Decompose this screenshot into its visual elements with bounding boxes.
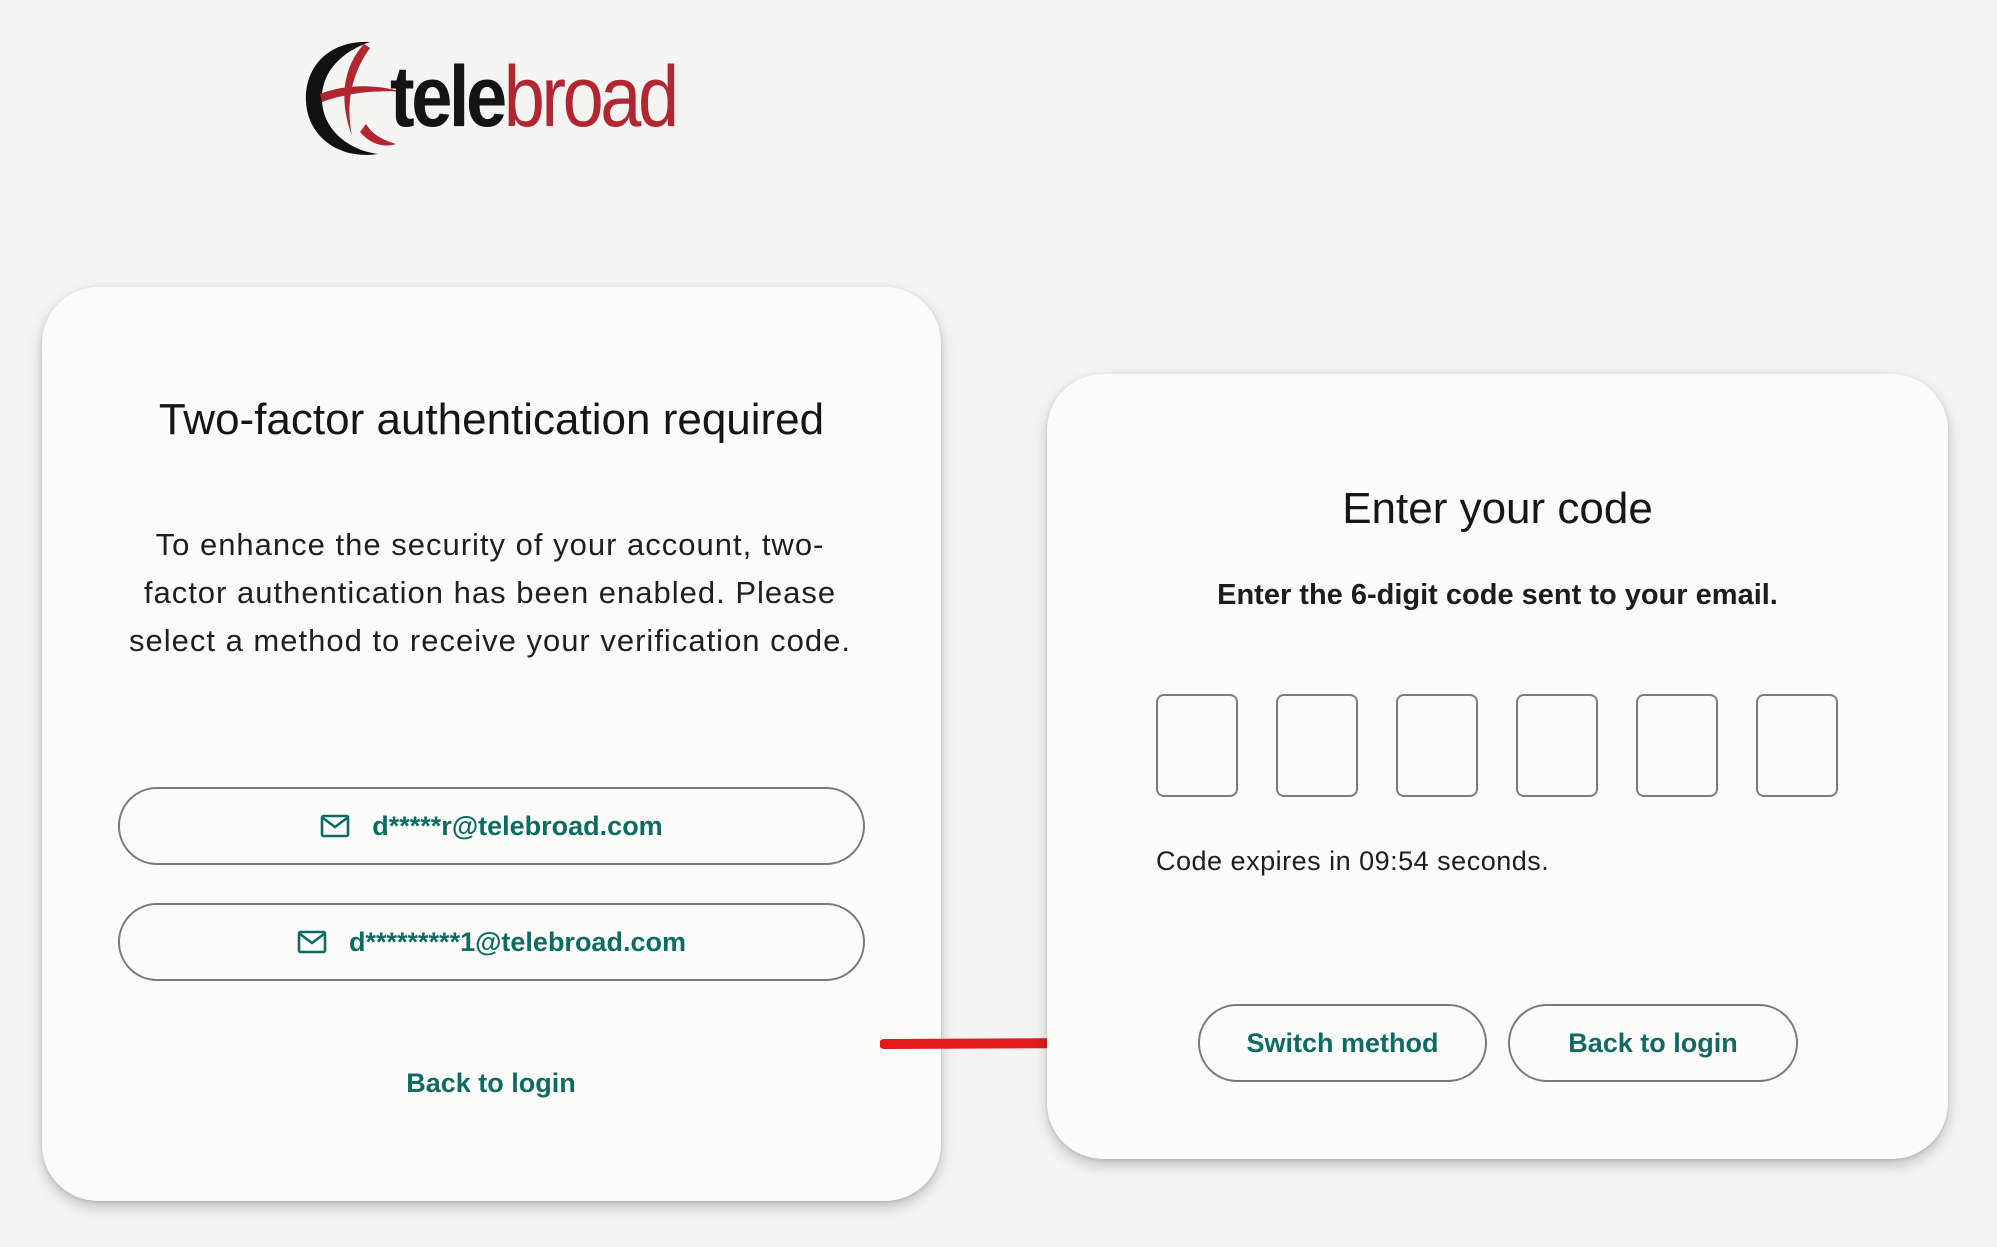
enter-code-title: Enter your code	[1342, 484, 1653, 533]
logo-text-tele: tele	[390, 49, 507, 145]
back-to-login-button[interactable]: Back to login	[1508, 1004, 1798, 1082]
code-digit-3[interactable]	[1396, 694, 1478, 797]
logo-text-broad: broad	[503, 49, 679, 145]
switch-method-button[interactable]: Switch method	[1198, 1004, 1487, 1082]
code-digit-6[interactable]	[1756, 694, 1838, 797]
code-digit-1[interactable]	[1156, 694, 1238, 797]
select-method-title: Two-factor authentication required	[158, 395, 825, 444]
method-label: d*****r@telebroad.com	[372, 810, 663, 841]
enter-code-subtitle: Enter the 6-digit code sent to your emai…	[1217, 579, 1778, 611]
select-method-description: To enhance the security of your account,…	[128, 527, 851, 658]
method-label: d*********1@telebroad.com	[349, 926, 686, 957]
mail-icon	[297, 930, 327, 954]
telebroad-logo: telebroad	[300, 36, 690, 161]
code-digit-5[interactable]	[1636, 694, 1718, 797]
code-expiry-text: Code expires in 09:54 seconds.	[1156, 846, 1550, 876]
back-to-login-link[interactable]: Back to login	[0, 1068, 982, 1099]
code-digit-2[interactable]	[1276, 694, 1358, 797]
code-digit-4[interactable]	[1516, 694, 1598, 797]
logo-wordmark: telebroad	[390, 54, 679, 140]
mail-icon	[320, 814, 350, 838]
method-button-email-2[interactable]: d*********1@telebroad.com	[118, 903, 865, 981]
method-button-email-1[interactable]: d*****r@telebroad.com	[118, 787, 865, 865]
